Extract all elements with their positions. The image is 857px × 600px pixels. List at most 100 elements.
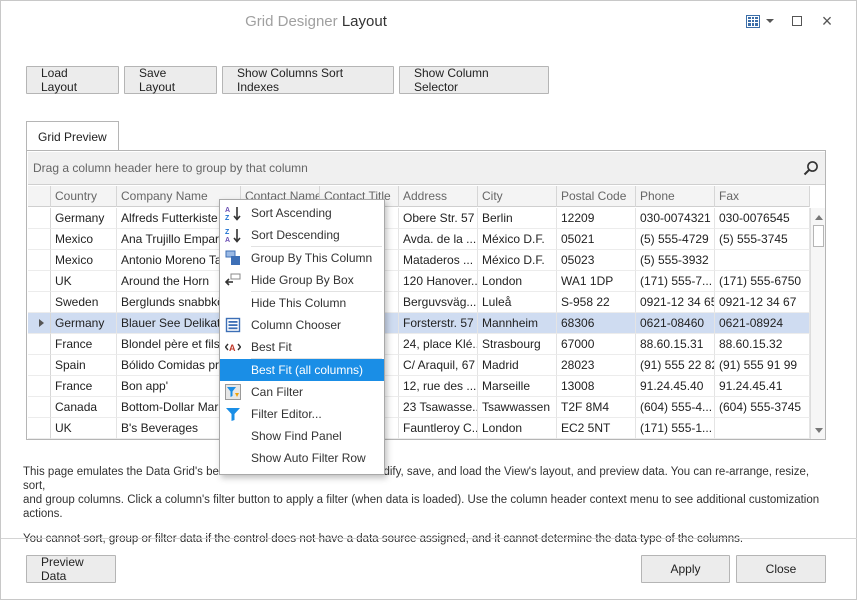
close-window-button[interactable]: × bbox=[812, 11, 842, 31]
table-cell[interactable]: (171) 555-7... bbox=[636, 271, 715, 292]
column-header[interactable]: Postal Code bbox=[557, 186, 636, 207]
row-indicator[interactable] bbox=[28, 313, 51, 334]
tab-grid-preview[interactable]: Grid Preview bbox=[26, 121, 119, 151]
row-indicator[interactable] bbox=[28, 250, 51, 271]
table-cell[interactable]: 0621-08924 bbox=[715, 313, 810, 334]
table-cell[interactable]: London bbox=[478, 271, 557, 292]
table-cell[interactable]: Canada bbox=[51, 397, 117, 418]
table-cell[interactable]: 030-0076545 bbox=[715, 208, 810, 229]
menu-item-best-fit-all-columns[interactable]: Best Fit (all columns) bbox=[220, 359, 384, 381]
table-cell[interactable]: 68306 bbox=[557, 313, 636, 334]
menu-item-filter-editor[interactable]: Filter Editor... bbox=[220, 403, 384, 425]
table-cell[interactable]: Spain bbox=[51, 355, 117, 376]
table-cell[interactable]: 0621-08460 bbox=[636, 313, 715, 334]
table-cell[interactable]: Luleå bbox=[478, 292, 557, 313]
table-row[interactable]: SpainBólido Comidas preparadasC/ Araquil… bbox=[28, 355, 810, 376]
table-cell[interactable]: Obere Str. 57 bbox=[399, 208, 478, 229]
table-row[interactable]: UK Around the Horn 120 Hanover... London WA1… bbox=[28, 271, 810, 292]
table-cell[interactable]: 12, rue des ... bbox=[399, 376, 478, 397]
table-cell[interactable]: 28023 bbox=[557, 355, 636, 376]
save-layout-button[interactable]: Save Layout bbox=[124, 66, 217, 94]
table-cell[interactable]: WA1 1DP bbox=[557, 271, 636, 292]
menu-item-group-by-this-column[interactable]: Group By This Column bbox=[220, 247, 384, 269]
preview-data-button[interactable]: Preview Data bbox=[26, 555, 116, 583]
column-header[interactable]: Address bbox=[399, 186, 478, 207]
table-cell[interactable]: 030-0074321 bbox=[636, 208, 715, 229]
table-cell[interactable]: 88.60.15.32 bbox=[715, 334, 810, 355]
table-cell[interactable]: (5) 555-3745 bbox=[715, 229, 810, 250]
table-cell[interactable]: (171) 555-1... bbox=[636, 418, 715, 439]
row-indicator[interactable] bbox=[28, 397, 51, 418]
table-row[interactable]: Germany Alfreds Futterkiste Obere Str. 57 B… bbox=[28, 208, 810, 229]
menu-item-show-auto-filter-row[interactable]: Show Auto Filter Row bbox=[220, 447, 384, 469]
table-row[interactable]: MexicoAna Trujillo EmparedadosAvda. de l… bbox=[28, 229, 810, 250]
table-cell[interactable]: Tsawwassen bbox=[478, 397, 557, 418]
table-cell[interactable]: Mexico bbox=[51, 229, 117, 250]
row-indicator[interactable] bbox=[28, 208, 51, 229]
table-cell[interactable] bbox=[715, 418, 810, 439]
table-cell[interactable]: Marseille bbox=[478, 376, 557, 397]
column-header[interactable]: Fax bbox=[715, 186, 810, 207]
table-cell[interactable]: (604) 555-3745 bbox=[715, 397, 810, 418]
column-header[interactable]: City bbox=[478, 186, 557, 207]
table-cell[interactable]: Fauntleroy C... bbox=[399, 418, 478, 439]
table-cell[interactable]: 0921-12 34 65 bbox=[636, 292, 715, 313]
table-cell[interactable]: 12209 bbox=[557, 208, 636, 229]
table-cell[interactable]: (5) 555-4729 bbox=[636, 229, 715, 250]
table-cell[interactable]: (5) 555-3932 bbox=[636, 250, 715, 271]
table-cell[interactable]: Germany bbox=[51, 208, 117, 229]
table-cell[interactable]: Berlin bbox=[478, 208, 557, 229]
scroll-up-button[interactable] bbox=[813, 211, 824, 223]
table-row[interactable]: MexicoAntonio Moreno TaqueríaMataderos .… bbox=[28, 250, 810, 271]
table-cell[interactable]: Berguvsväg... bbox=[399, 292, 478, 313]
table-cell[interactable]: México D.F. bbox=[478, 229, 557, 250]
table-cell[interactable]: (91) 555 22 82 bbox=[636, 355, 715, 376]
table-cell[interactable]: (91) 555 91 99 bbox=[715, 355, 810, 376]
table-row[interactable]: Canada Bottom-Dollar Markets 23 Tsawasse..… bbox=[28, 397, 810, 418]
table-cell[interactable]: Madrid bbox=[478, 355, 557, 376]
show-column-selector-button[interactable]: Show Column Selector bbox=[399, 66, 549, 94]
table-cell[interactable]: 13008 bbox=[557, 376, 636, 397]
table-cell[interactable]: 0921-12 34 67 bbox=[715, 292, 810, 313]
search-icon[interactable] bbox=[803, 160, 819, 176]
close-button[interactable]: Close bbox=[736, 555, 826, 583]
column-header[interactable]: Phone bbox=[636, 186, 715, 207]
table-cell[interactable]: 24, place Klé... bbox=[399, 334, 478, 355]
table-row[interactable]: Sweden Berglunds snabbköp Berguvsväg... Lul… bbox=[28, 292, 810, 313]
skin-selector-button[interactable] bbox=[738, 11, 782, 31]
table-cell[interactable]: 67000 bbox=[557, 334, 636, 355]
scrollbar-thumb[interactable] bbox=[813, 225, 824, 247]
table-cell[interactable]: (604) 555-4... bbox=[636, 397, 715, 418]
table-cell[interactable]: S-958 22 bbox=[557, 292, 636, 313]
column-header[interactable]: Country bbox=[51, 186, 117, 207]
load-layout-button[interactable]: Load Layout bbox=[26, 66, 119, 94]
row-indicator[interactable] bbox=[28, 229, 51, 250]
menu-item-column-chooser[interactable]: Column Chooser bbox=[220, 314, 384, 336]
table-cell[interactable]: (171) 555-6750 bbox=[715, 271, 810, 292]
table-cell[interactable]: Sweden bbox=[51, 292, 117, 313]
table-row[interactable]: Germany Blauer See Delikatessen Forsterstr… bbox=[28, 313, 810, 334]
table-cell[interactable]: 05021 bbox=[557, 229, 636, 250]
row-indicator[interactable] bbox=[28, 292, 51, 313]
table-cell[interactable]: 23 Tsawasse... bbox=[399, 397, 478, 418]
table-cell[interactable]: México D.F. bbox=[478, 250, 557, 271]
table-cell[interactable]: Strasbourg bbox=[478, 334, 557, 355]
apply-button[interactable]: Apply bbox=[641, 555, 730, 583]
menu-item-show-find-panel[interactable]: Show Find Panel bbox=[220, 425, 384, 447]
show-sort-indexes-button[interactable]: Show Columns Sort Indexes bbox=[222, 66, 394, 94]
row-indicator[interactable] bbox=[28, 355, 51, 376]
vertical-scrollbar[interactable] bbox=[810, 208, 825, 439]
table-cell[interactable]: Mannheim bbox=[478, 313, 557, 334]
table-row[interactable]: France Blondel père et fils 24, place Klé.… bbox=[28, 334, 810, 355]
table-cell[interactable]: C/ Araquil, 67 bbox=[399, 355, 478, 376]
menu-item-best-fit[interactable]: A Best Fit bbox=[220, 336, 384, 358]
table-row[interactable]: France Bon app' 12, rue des ... Marseille 13… bbox=[28, 376, 810, 397]
table-row[interactable]: UK B's Beverages Fauntleroy C... London EC2 … bbox=[28, 418, 810, 439]
table-cell[interactable]: 91.24.45.41 bbox=[715, 376, 810, 397]
menu-item-sort-descending[interactable]: Z A Sort Descending bbox=[220, 224, 384, 246]
table-cell[interactable]: UK bbox=[51, 418, 117, 439]
menu-item-can-filter[interactable]: Can Filter bbox=[220, 381, 384, 403]
row-indicator[interactable] bbox=[28, 271, 51, 292]
menu-item-hide-group-by-box[interactable]: Hide Group By Box bbox=[220, 269, 384, 291]
menu-item-sort-ascending[interactable]: A Z Sort Ascending bbox=[220, 202, 384, 224]
